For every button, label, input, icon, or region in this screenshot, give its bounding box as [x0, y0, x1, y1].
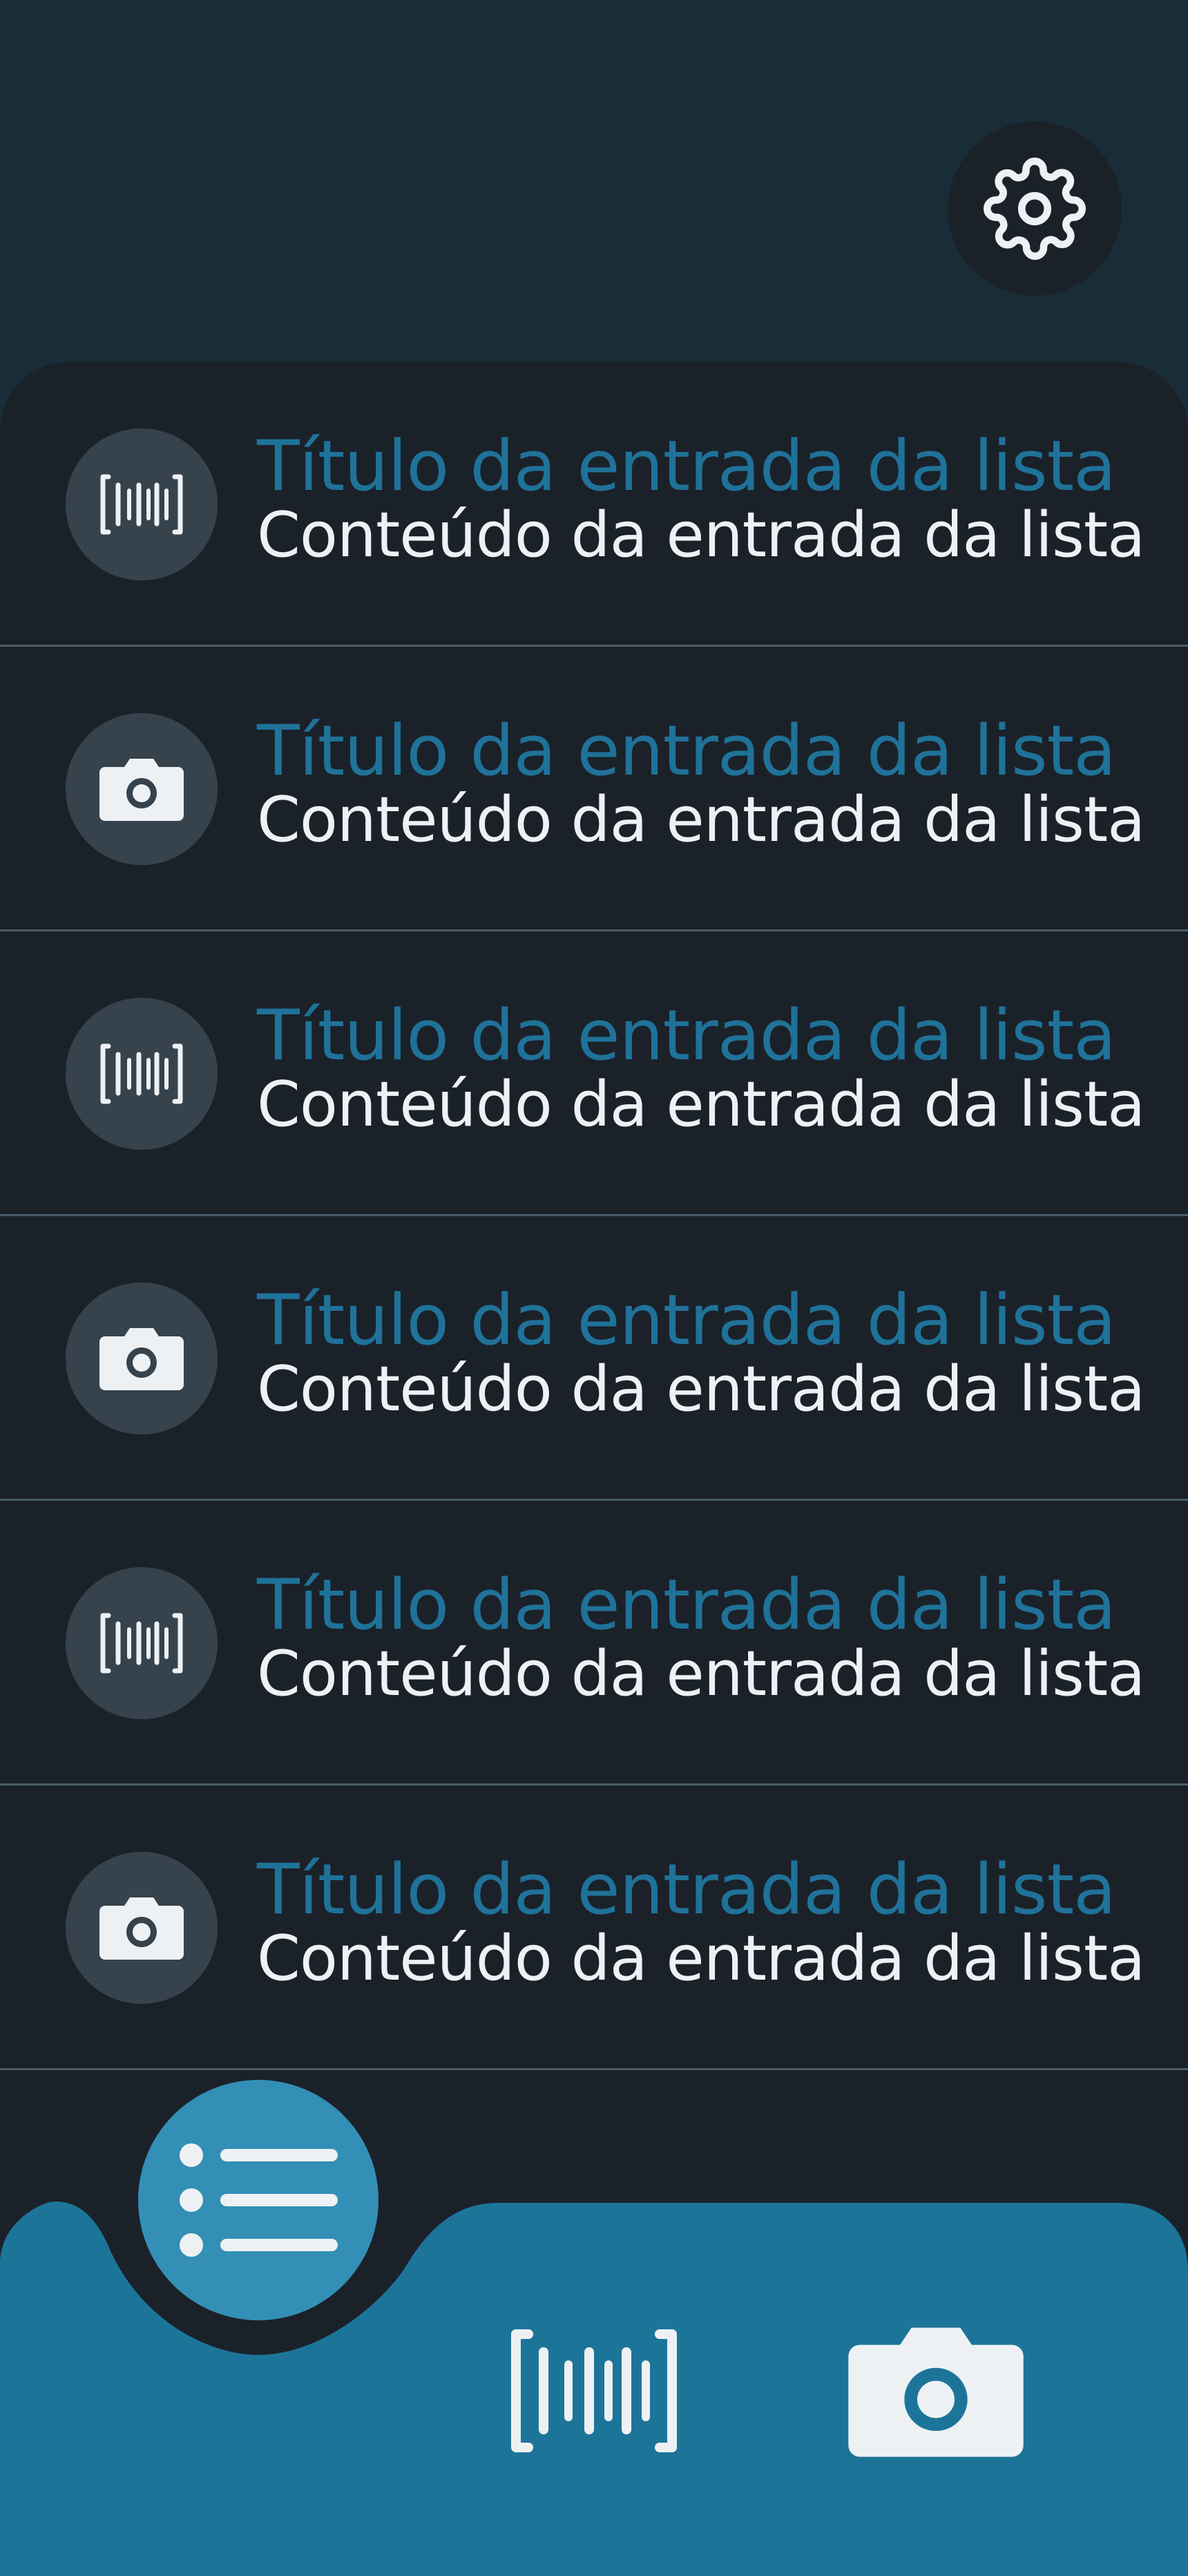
list-item[interactable]: Título da entrada da lista Conteúdo da e…	[0, 1786, 1188, 2070]
camera-nav-button[interactable]	[836, 2308, 1036, 2474]
list-item-content: Conteúdo da entrada da lista	[257, 1922, 1145, 1995]
list-item[interactable]: Título da entrada da lista Conteúdo da e…	[0, 362, 1188, 647]
list-item-content: Conteúdo da entrada da lista	[257, 784, 1145, 856]
list-item-icon	[66, 713, 218, 865]
list-item-title: Título da entrada da lista	[257, 710, 1116, 791]
list-item-icon	[66, 1282, 218, 1434]
barcode-icon	[100, 1043, 183, 1104]
list-item-content: Conteúdo da entrada da lista	[257, 1638, 1145, 1710]
list-item-icon	[66, 998, 218, 1150]
list-icon	[180, 2143, 338, 2257]
list-item-content: Conteúdo da entrada da lista	[257, 1353, 1145, 1426]
list-item-title: Título da entrada da lista	[257, 1848, 1116, 1930]
barcode-nav-button[interactable]	[497, 2308, 691, 2474]
barcode-icon	[100, 1613, 183, 1674]
camera-icon	[99, 759, 184, 821]
camera-icon	[99, 1897, 184, 1960]
list-item-title: Título da entrada da lista	[257, 1279, 1116, 1361]
settings-button[interactable]	[948, 122, 1122, 296]
list-item[interactable]: Título da entrada da lista Conteúdo da e…	[0, 931, 1188, 1216]
barcode-icon	[100, 474, 183, 535]
list-item[interactable]: Título da entrada da lista Conteúdo da e…	[0, 1501, 1188, 1786]
list-item-title: Título da entrada da lista	[257, 994, 1116, 1076]
list-fab-button[interactable]	[138, 2080, 379, 2320]
camera-icon	[99, 1328, 184, 1390]
gear-icon	[983, 157, 1086, 261]
list-item-title: Título da entrada da lista	[257, 1564, 1116, 1645]
barcode-icon	[511, 2329, 677, 2452]
camera-icon	[848, 2327, 1024, 2457]
list-item-title: Título da entrada da lista	[257, 425, 1116, 506]
list-item-icon	[66, 428, 218, 580]
list-item[interactable]: Título da entrada da lista Conteúdo da e…	[0, 1216, 1188, 1501]
entry-list: Título da entrada da lista Conteúdo da e…	[0, 362, 1188, 2070]
list-item-icon	[66, 1567, 218, 1719]
list-item[interactable]: Título da entrada da lista Conteúdo da e…	[0, 647, 1188, 931]
list-item-content: Conteúdo da entrada da lista	[257, 499, 1145, 571]
list-item-content: Conteúdo da entrada da lista	[257, 1068, 1145, 1141]
list-item-icon	[66, 1852, 218, 2004]
